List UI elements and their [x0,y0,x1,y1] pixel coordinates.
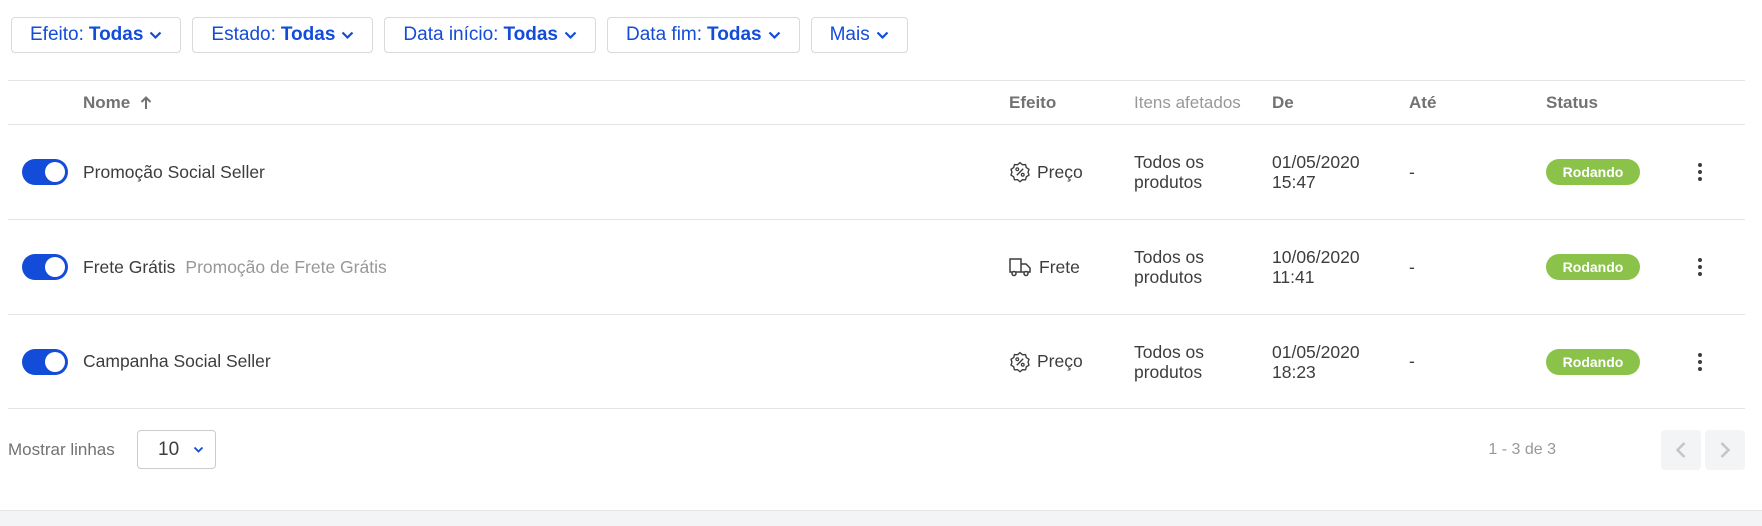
start-date: 10/06/2020 [1272,247,1360,267]
column-header-label: Nome [83,92,131,112]
affected-items: Todos os produtos [1134,152,1204,192]
column-header-status[interactable]: Status [1546,81,1598,124]
filter-value: Todas [707,24,762,45]
filter-value: Todas [503,24,558,45]
filter-state-button[interactable]: Estado: Todas [192,17,374,53]
toggle-knob [45,351,65,372]
table-header: Nome Efeito Itens afetados De Até Status [8,80,1745,124]
more-actions-icon[interactable] [1688,347,1712,377]
previous-page-button[interactable] [1661,430,1701,470]
start-time: 15:47 [1272,172,1316,192]
chevron-down-icon [194,446,204,453]
rows-per-page-select[interactable]: 10 [137,430,216,469]
promotion-active-toggle[interactable] [22,348,68,375]
affected-items-line: produtos [1134,361,1203,382]
percent-tag-icon [1010,161,1030,183]
start-time: 18:23 [1272,361,1316,382]
promotion-name: Campanha Social Seller [83,351,271,371]
sort-ascending-icon [141,95,152,109]
chevron-right-icon [1720,442,1731,458]
start-datetime: 10/06/2020 11:41 [1272,247,1360,287]
start-date: 01/05/2020 [1272,341,1360,362]
start-datetime: 01/05/2020 15:47 [1272,152,1360,192]
filter-label: Mais [829,24,870,45]
percent-tag-icon [1010,351,1030,373]
rows-per-page-label: Mostrar linhas [8,440,115,459]
column-header-items: Itens afetados [1134,92,1241,112]
affected-items-line: produtos [1134,172,1203,192]
table-row[interactable]: Frete Grátis Promoção de Frete Grátis Fre… [8,219,1745,314]
toggle-knob [45,162,65,182]
filter-effect-button[interactable]: Efeito: Todas [11,17,182,53]
truck-icon [1009,258,1031,277]
page-range-text: 1 - 3 de 3 [1488,441,1556,458]
column-header-to[interactable]: Até [1409,81,1436,124]
start-date: 01/05/2020 [1272,152,1360,172]
affected-items-line: Todos os [1134,152,1205,172]
rows-per-page-value: 10 [158,438,180,460]
filter-more-button[interactable]: Mais [810,17,908,53]
filter-value: Todas [88,24,144,45]
next-page-button[interactable] [1705,430,1745,470]
chevron-down-icon [876,31,888,39]
status-badge: Rodando [1546,348,1640,375]
status-badge: Rodando [1546,159,1640,185]
filter-label: Efeito: [30,24,84,45]
promotion-active-toggle[interactable] [22,254,68,280]
affected-items: Todos os produtos [1134,247,1204,287]
promotion-active-toggle[interactable] [22,159,68,185]
affected-items-line: produtos [1134,267,1203,287]
affected-items-line: Todos os [1134,247,1205,267]
filter-end-date-button[interactable]: Data fim: Todas [607,17,800,53]
filter-start-date-button[interactable]: Data início: Todas [384,17,596,53]
effect-label: Preço [1037,161,1083,182]
effect-label: Frete [1039,256,1080,277]
promotions-table: Nome Efeito Itens afetados De Até Status… [8,80,1745,409]
more-actions-icon[interactable] [1688,252,1712,282]
chevron-down-icon [564,31,577,39]
promotion-subtitle: Promoção de Frete Grátis [185,256,387,277]
affected-items: Todos os produtos [1134,342,1204,382]
pagination-bar: Mostrar linhas 10 1 - 3 de 3 [8,430,1745,470]
toggle-knob [45,257,65,277]
column-header-name[interactable]: Nome [83,81,152,124]
end-date: - [1409,256,1415,277]
filter-value: Todas [280,24,336,45]
table-row[interactable]: Promoção Social Seller Preço Todos os pro… [8,124,1745,219]
start-time: 11:41 [1272,267,1315,287]
filter-label: Data início: [403,24,499,45]
chevron-down-icon [150,31,162,39]
effect-label: Preço [1037,351,1083,371]
end-date: - [1409,351,1415,371]
table-row[interactable]: Campanha Social Seller Preço Todos os pro… [8,314,1745,409]
status-badge: Rodando [1546,254,1640,280]
affected-items-line: Todos os [1134,341,1205,362]
filter-label: Estado: [211,24,276,45]
more-actions-icon[interactable] [1688,157,1712,187]
page-footer-strip [0,510,1762,526]
end-date: - [1409,161,1415,182]
column-header-effect[interactable]: Efeito [1009,81,1056,124]
promotion-name: Promoção Social Seller [83,161,265,182]
start-datetime: 01/05/2020 18:23 [1272,342,1360,382]
promotion-name: Frete Grátis [83,256,176,277]
column-header-from[interactable]: De [1272,81,1294,124]
filter-label: Data fim: [626,24,703,45]
chevron-down-icon [768,31,780,39]
filter-bar: Efeito: Todas Estado: Todas Data início:… [11,17,908,53]
chevron-left-icon [1675,442,1686,458]
chevron-down-icon [342,31,354,39]
